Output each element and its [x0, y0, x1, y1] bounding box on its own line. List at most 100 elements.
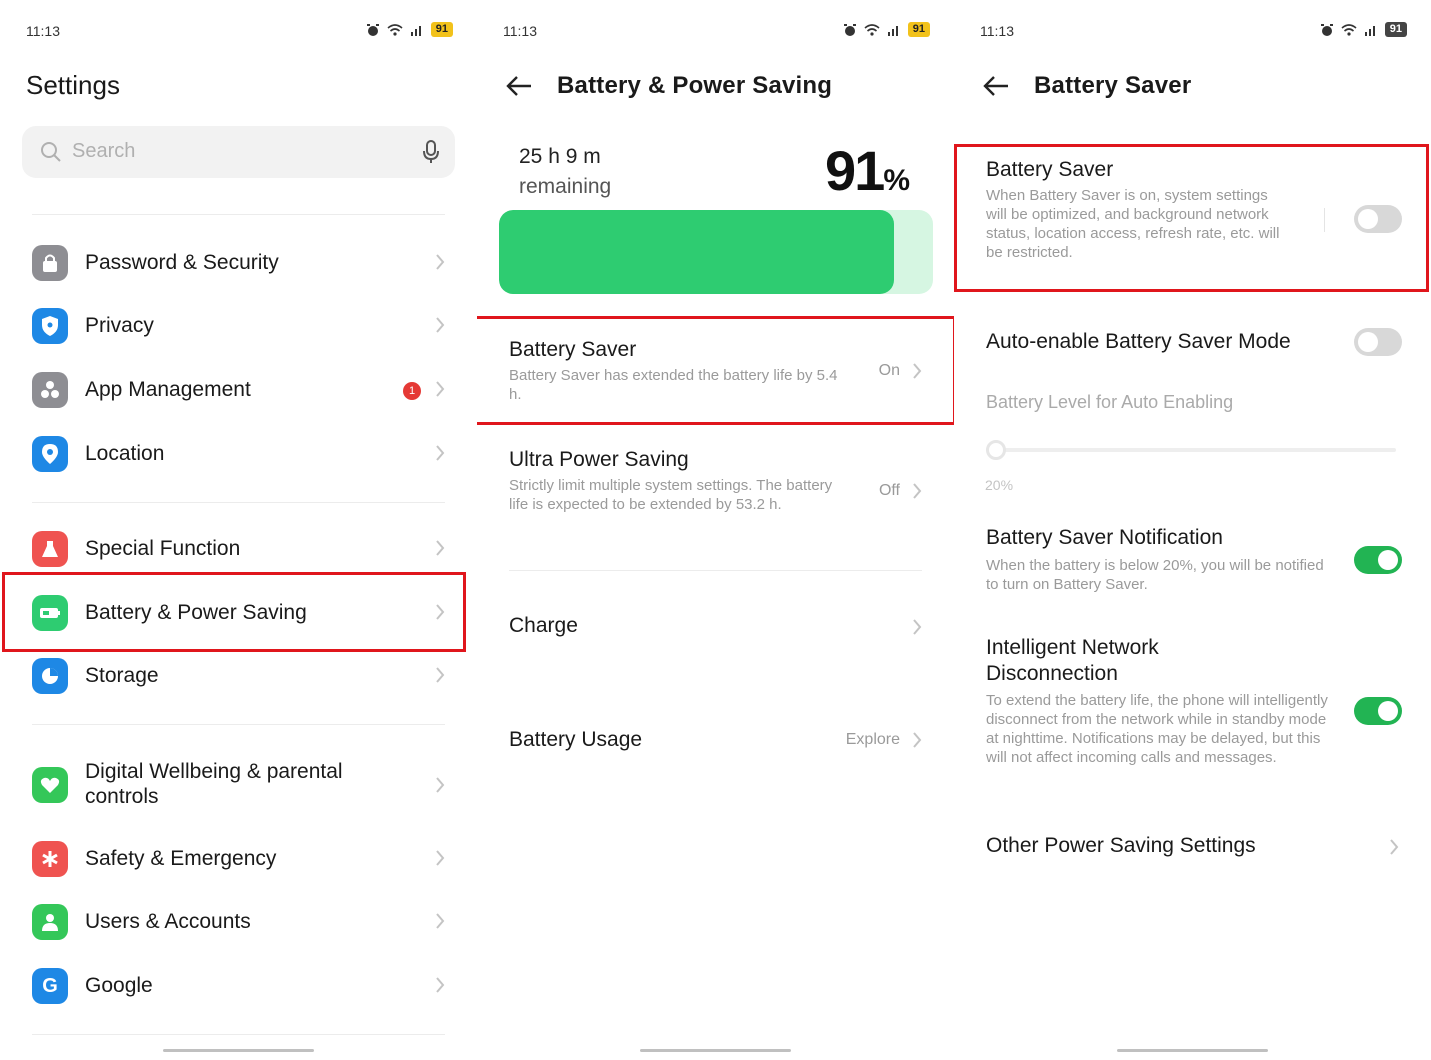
battery-level-setting: Battery Level for Auto Enabling	[954, 392, 1431, 418]
status-bar: 11:13 91	[26, 22, 453, 42]
settings-item-label: Location	[85, 442, 165, 465]
status-time: 11:13	[26, 23, 60, 39]
apps-icon	[32, 372, 68, 408]
other-power-saving-settings[interactable]: Other Power Saving Settings	[954, 832, 1431, 864]
settings-item-battery-power-saving[interactable]: Battery & Power Saving	[0, 585, 477, 641]
vertical-separator	[1324, 208, 1325, 232]
battery-icon	[32, 595, 68, 631]
settings-item-label: App Management	[85, 378, 251, 401]
option-title: Ultra Power Saving	[509, 448, 689, 471]
status-time: 11:13	[980, 23, 1014, 39]
search-placeholder: Search	[72, 140, 136, 162]
chevron-right-icon	[436, 977, 445, 993]
heart-icon	[32, 767, 68, 803]
battery-level-slider-track[interactable]	[986, 448, 1396, 452]
status-bar: 11:13 91	[980, 22, 1407, 42]
chevron-right-icon	[436, 850, 445, 866]
settings-item-label-line1: Digital Wellbeing & parental	[85, 760, 343, 783]
settings-item-label-line2: controls	[85, 785, 159, 808]
setting-description: To extend the battery life, the phone wi…	[986, 692, 1328, 766]
intelligent-network-disconnection-setting: Intelligent Network Disconnection To ext…	[954, 634, 1431, 794]
battery-saver-setting: Battery Saver When Battery Saver is on, …	[954, 156, 1431, 286]
settings-item-label: Privacy	[85, 314, 154, 337]
battery-badge: 91	[430, 22, 453, 37]
battery-saver-toggle[interactable]	[1354, 205, 1402, 233]
battery-percentage: 91%	[825, 138, 910, 203]
chevron-right-icon	[913, 619, 922, 635]
wifi-icon	[1341, 23, 1357, 36]
settings-item-label: Users & Accounts	[85, 910, 251, 933]
charge-option[interactable]: Charge	[477, 612, 954, 644]
chevron-right-icon	[436, 667, 445, 683]
microphone-icon[interactable]	[421, 140, 441, 164]
back-arrow-icon[interactable]	[505, 74, 533, 98]
auto-enable-toggle[interactable]	[1354, 328, 1402, 356]
toggle-knob	[1358, 332, 1378, 352]
back-arrow-icon[interactable]	[982, 74, 1010, 98]
option-description: Battery Saver has extended the battery l…	[509, 367, 838, 403]
status-bar: 11:13 91	[503, 22, 930, 42]
divider	[32, 724, 445, 725]
notification-badge: 1	[403, 382, 421, 400]
time-remaining-value: 25 h 9 m	[519, 145, 601, 168]
settings-item-privacy[interactable]: Privacy	[0, 298, 477, 354]
chevron-right-icon	[436, 381, 445, 397]
pie-chart-icon	[32, 658, 68, 694]
setting-title: Other Power Saving Settings	[986, 834, 1256, 857]
option-value: Explore	[845, 731, 900, 748]
settings-item-location[interactable]: Location	[0, 426, 477, 482]
settings-item-users-accounts[interactable]: Users & Accounts	[0, 894, 477, 950]
settings-item-storage[interactable]: Storage	[0, 648, 477, 704]
alarm-icon	[843, 23, 856, 36]
chevron-right-icon	[913, 483, 922, 499]
network-disconnection-toggle[interactable]	[1354, 697, 1402, 725]
settings-item-label: Safety & Emergency	[85, 847, 277, 870]
setting-title: Auto-enable Battery Saver Mode	[986, 330, 1291, 353]
battery-saver-option[interactable]: Battery Saver Battery Saver has extended…	[477, 336, 954, 416]
setting-title: Battery Saver Notification	[986, 526, 1223, 549]
settings-item-label: Battery & Power Saving	[85, 601, 307, 624]
settings-item-digital-wellbeing[interactable]: Digital Wellbeing & parental controls	[0, 756, 477, 816]
flask-icon	[32, 531, 68, 567]
divider	[32, 214, 445, 215]
chevron-right-icon	[1390, 839, 1399, 855]
page-title: Settings	[26, 70, 120, 100]
divider	[32, 502, 445, 503]
battery-badge: 91	[907, 22, 930, 37]
shield-icon	[32, 308, 68, 344]
settings-item-google[interactable]: G Google	[0, 958, 477, 1014]
signal-icon	[410, 25, 421, 36]
settings-item-label: Google	[85, 974, 153, 997]
option-title: Battery Saver	[509, 338, 637, 361]
battery-level-slider-handle[interactable]	[986, 440, 1006, 460]
settings-item-safety-emergency[interactable]: Safety & Emergency	[0, 831, 477, 887]
notification-toggle[interactable]	[1354, 546, 1402, 574]
lock-icon	[32, 245, 68, 281]
home-indicator[interactable]	[640, 1049, 791, 1052]
chevron-right-icon	[913, 732, 922, 748]
toggle-knob	[1358, 209, 1378, 229]
battery-level-value: 20%	[985, 477, 1014, 493]
time-remaining-label: remaining	[519, 175, 612, 198]
ultra-power-saving-option[interactable]: Ultra Power Saving Strictly limit multip…	[477, 446, 954, 536]
person-icon	[32, 904, 68, 940]
home-indicator[interactable]	[163, 1049, 314, 1052]
settings-item-app-management[interactable]: App Management 1	[0, 362, 477, 418]
settings-item-password-security[interactable]: Password & Security	[0, 235, 477, 291]
settings-item-special-function[interactable]: Special Function	[0, 521, 477, 577]
chevron-right-icon	[436, 604, 445, 620]
search-bar[interactable]: Search	[22, 126, 455, 178]
page-title: Battery Saver	[1034, 72, 1192, 99]
percent-sign: %	[883, 164, 910, 197]
home-indicator[interactable]	[1117, 1049, 1268, 1052]
alarm-icon	[1320, 23, 1333, 36]
option-value: On	[878, 362, 900, 379]
search-icon	[41, 142, 61, 162]
wifi-icon	[387, 23, 403, 36]
asterisk-icon	[32, 841, 68, 877]
battery-usage-option[interactable]: Battery Usage Explore	[477, 726, 954, 758]
settings-screen: 11:13 91 Settings Search Password & Secu…	[0, 0, 477, 1060]
chevron-right-icon	[436, 445, 445, 461]
wifi-icon	[864, 23, 880, 36]
google-icon: G	[32, 968, 68, 1004]
